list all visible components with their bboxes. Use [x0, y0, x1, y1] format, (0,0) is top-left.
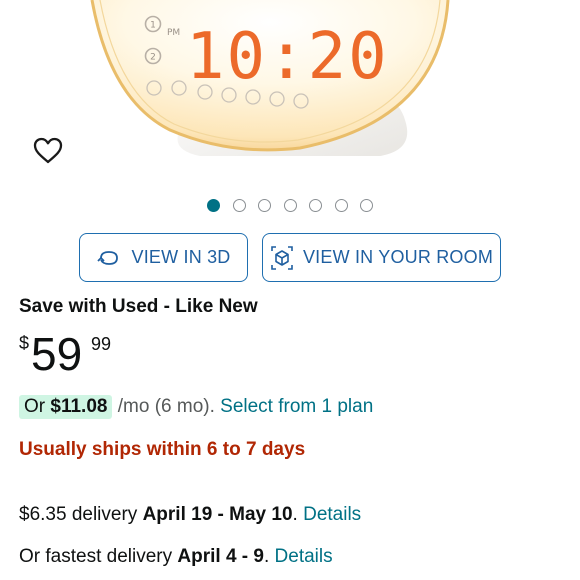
fastest-delivery-details-link[interactable]: Details — [275, 546, 333, 567]
svg-text:1: 1 — [150, 21, 156, 31]
standard-delivery-dates: April 19 - May 10 — [142, 504, 293, 525]
alarm-clock-image: 1 2 PM 10:20 — [90, 0, 450, 156]
view-in-your-room-label: VIEW IN YOUR ROOM — [302, 247, 494, 267]
fastest-delivery-dates: April 4 - 9 — [177, 546, 264, 567]
price-fraction: 99 — [91, 334, 112, 354]
condition-heading: Save with Used - Like New — [19, 296, 258, 317]
view-in-3d-label: VIEW IN 3D — [131, 247, 231, 267]
wishlist-heart-icon[interactable] — [32, 135, 64, 165]
select-plan-link[interactable]: Select from 1 plan — [220, 396, 373, 417]
monthly-term: /mo (6 mo). — [112, 396, 221, 417]
carousel-dot[interactable] — [258, 199, 271, 212]
monthly-amount-badge: Or $11.08 — [19, 395, 113, 419]
fastest-delivery: Or fastest delivery April 4 - 9. Details — [19, 546, 333, 567]
rotate-3d-icon — [97, 250, 119, 265]
shipping-availability: Usually ships within 6 to 7 days — [19, 439, 306, 460]
carousel-dot[interactable] — [309, 199, 322, 212]
view-in-3d-button[interactable]: VIEW IN 3D — [79, 233, 248, 282]
monthly-amount: $11.08 — [50, 396, 108, 417]
clock-time: 10:20 — [186, 20, 389, 94]
carousel-dot[interactable] — [207, 199, 220, 212]
monthly-payment: Or $11.08 /mo (6 mo). Select from 1 plan — [19, 395, 373, 419]
standard-delivery-details-link[interactable]: Details — [303, 504, 361, 525]
clock-period: PM — [167, 28, 180, 38]
price-symbol: $ — [19, 333, 30, 353]
carousel-dot[interactable] — [360, 199, 373, 212]
product-image[interactable]: 1 2 PM 10:20 — [0, 0, 580, 180]
image-carousel-dots — [0, 198, 580, 214]
price-whole: 59 — [31, 328, 83, 380]
carousel-dot[interactable] — [283, 199, 297, 212]
view-in-your-room-button[interactable]: VIEW IN YOUR ROOM — [262, 233, 501, 282]
carousel-dot[interactable] — [232, 199, 246, 212]
ar-cube-icon — [271, 245, 293, 270]
carousel-dot[interactable] — [334, 199, 348, 212]
svg-text:2: 2 — [150, 53, 156, 63]
standard-delivery: $6.35 delivery April 19 - May 10. Detail… — [19, 504, 362, 525]
